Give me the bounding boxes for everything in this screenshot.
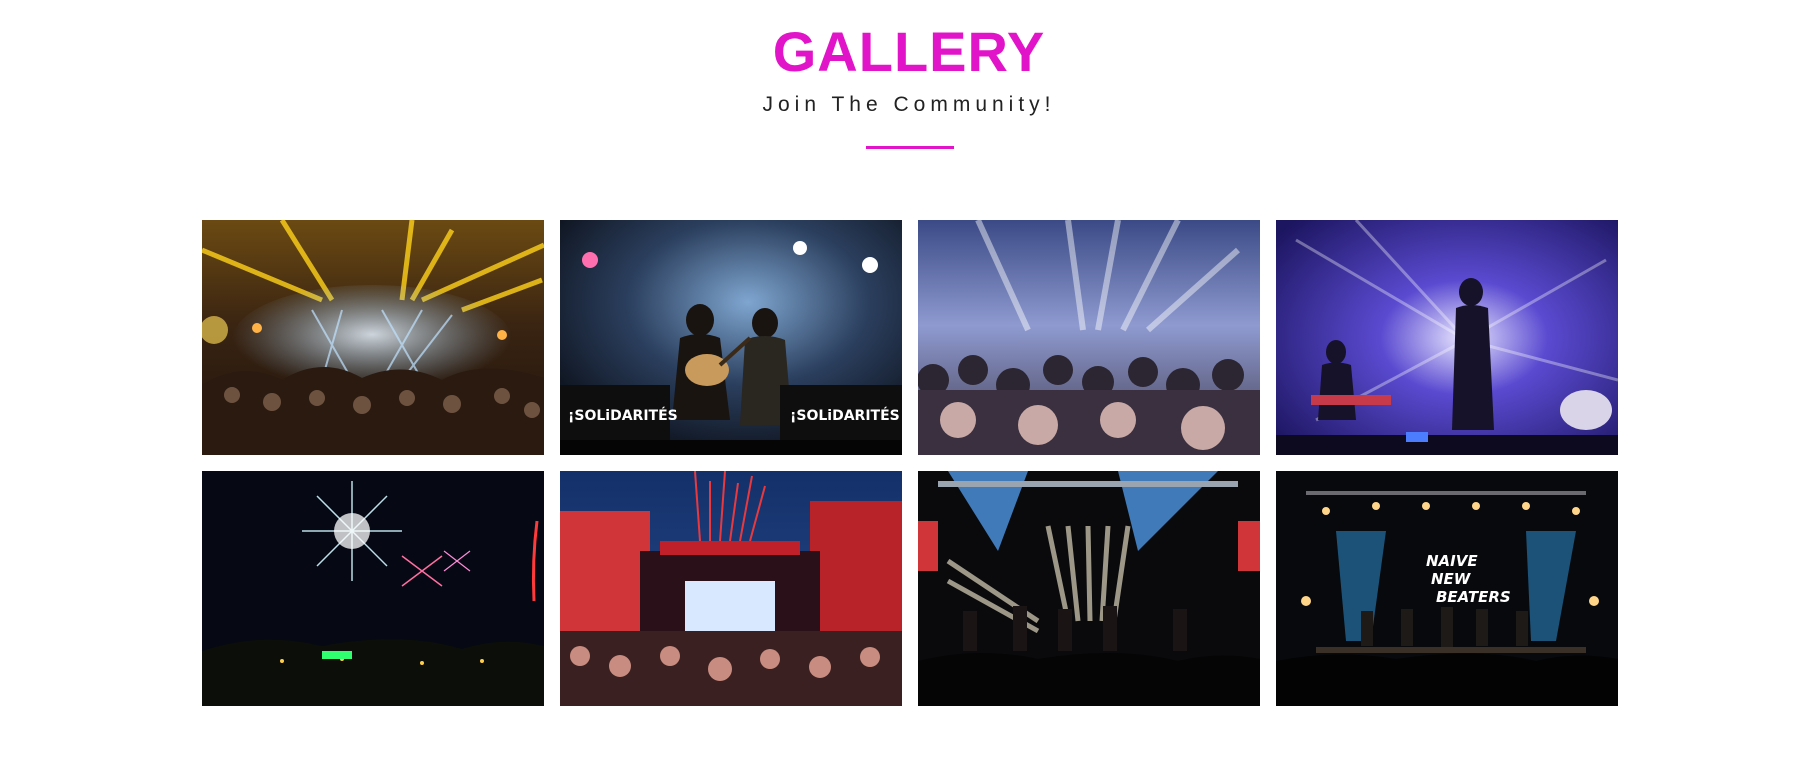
band-logo-line-3: BEATERS [1436, 588, 1511, 606]
gallery-title: GALLERY [772, 20, 1046, 83]
gallery-subtitle: Join The Community! [762, 93, 1056, 116]
gallery-photo-1[interactable] [202, 220, 544, 455]
gallery-photo-8[interactable]: NAIVE NEW BEATERS [1276, 471, 1618, 706]
fireworks-image [202, 471, 544, 706]
festival-stage-image [560, 471, 902, 706]
banner-right-text: ¡SOLiDARITÉS [790, 407, 900, 424]
gallery-photo-2[interactable]: ¡SOLiDARITÉS ¡SOLiDARITÉS [560, 220, 902, 455]
gallery-photo-3[interactable] [918, 220, 1260, 455]
gallery-photo-6[interactable] [560, 471, 902, 706]
gallery-grid: ¡SOLiDARITÉS ¡SOLiDARITÉS NAIVE NEW BEAT… [202, 220, 1618, 706]
concert-crowd-image [202, 220, 544, 455]
duo-performance-image: ¡SOLiDARITÉS ¡SOLiDARITÉS [560, 220, 902, 455]
band-logo-line-1: NAIVE [1426, 552, 1478, 570]
singer-stage-image [1276, 220, 1618, 455]
crowd-blue-lights-image [918, 220, 1260, 455]
band-logo-stage-image: NAIVE NEW BEATERS [1276, 471, 1618, 706]
gallery-photo-4[interactable] [1276, 220, 1618, 455]
band-spotlight-image [918, 471, 1260, 706]
banner-left-text: ¡SOLiDARITÉS [568, 407, 678, 424]
gallery-photo-7[interactable] [918, 471, 1260, 706]
gallery-photo-5[interactable] [202, 471, 544, 706]
title-divider [866, 146, 954, 149]
band-logo-line-2: NEW [1431, 570, 1472, 588]
